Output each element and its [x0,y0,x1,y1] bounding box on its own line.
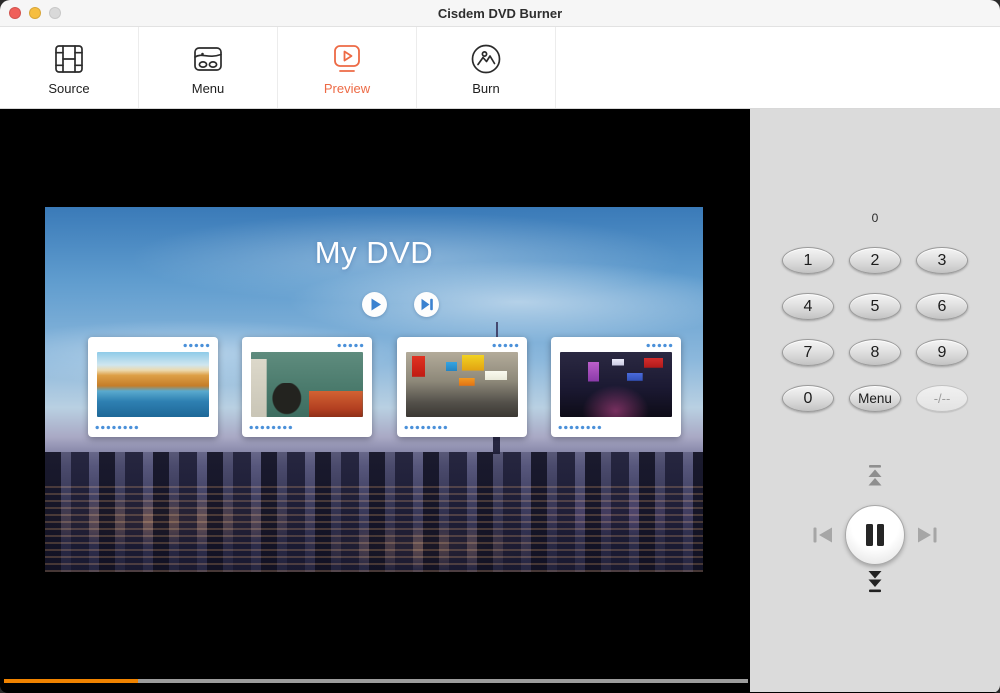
progress-fill [4,679,138,683]
toolbar-item-source[interactable]: Source [0,27,139,108]
dots-decoration [404,425,449,430]
toolbar-label-burn: Burn [472,81,499,96]
numeric-keypad: 1 2 3 4 5 6 7 8 9 0 Menu -/-- [782,247,968,412]
dvd-menu-preview: My DVD [45,207,703,572]
chapter-thumbnail-1[interactable] [88,337,218,437]
film-strip-icon [54,43,84,75]
menu-next-button[interactable] [414,292,439,317]
key-dash[interactable]: -/-- [916,385,968,412]
next-chapter-button[interactable] [917,526,937,549]
key-7[interactable]: 7 [782,339,834,366]
toolbar-item-menu[interactable]: Menu [139,27,278,108]
dots-decoration [337,343,365,348]
key-2[interactable]: 2 [849,247,901,274]
toolbar-label-menu: Menu [192,81,225,96]
dots-decoration [646,343,674,348]
dots-decoration [95,425,140,430]
menu-template-icon [193,43,223,75]
menu-play-button[interactable] [362,292,387,317]
skip-down-button[interactable] [864,571,886,600]
key-0[interactable]: 0 [782,385,834,412]
key-1[interactable]: 1 [782,247,834,274]
toolbar-item-burn[interactable]: Burn [417,27,556,108]
pause-button[interactable] [845,505,905,565]
key-9[interactable]: 9 [916,339,968,366]
chapter-thumbnail-2[interactable] [242,337,372,437]
burn-disc-icon [470,43,502,75]
titlebar: Cisdem DVD Burner [0,0,1000,27]
preview-stage: My DVD [0,109,750,692]
dots-decoration [492,343,520,348]
dots-decoration [558,425,603,430]
dots-decoration [249,425,294,430]
key-4[interactable]: 4 [782,293,834,320]
skip-up-button[interactable] [864,465,886,494]
main-area: My DVD [0,109,1000,692]
thumbnail-image-room [251,352,363,417]
thumbnail-image-savanna [97,352,209,417]
previous-chapter-button[interactable] [813,526,833,549]
key-menu[interactable]: Menu [849,385,901,412]
key-5[interactable]: 5 [849,293,901,320]
toolbar: Source Menu Prev [0,27,1000,109]
chapter-thumbnail-3[interactable] [397,337,527,437]
dots-decoration [183,343,211,348]
thumbnail-image-neon-street [406,352,518,417]
dvd-menu-title: My DVD [45,235,703,271]
remote-control-panel: 0 1 2 3 4 5 6 7 8 9 0 Menu -/-- [750,109,1000,692]
chapter-thumbnail-4[interactable] [551,337,681,437]
app-window: Cisdem DVD Burner Source [0,0,1000,693]
thumbnail-image-night-street [560,352,672,417]
key-8[interactable]: 8 [849,339,901,366]
window-title: Cisdem DVD Burner [0,0,1000,27]
key-6[interactable]: 6 [916,293,968,320]
input-counter: 0 [750,211,1000,225]
toolbar-label-preview: Preview [324,81,370,96]
preview-screen-icon [331,43,363,75]
playback-progress-track[interactable] [4,679,748,683]
toolbar-label-source: Source [48,81,89,96]
key-3[interactable]: 3 [916,247,968,274]
toolbar-item-preview[interactable]: Preview [278,27,417,108]
